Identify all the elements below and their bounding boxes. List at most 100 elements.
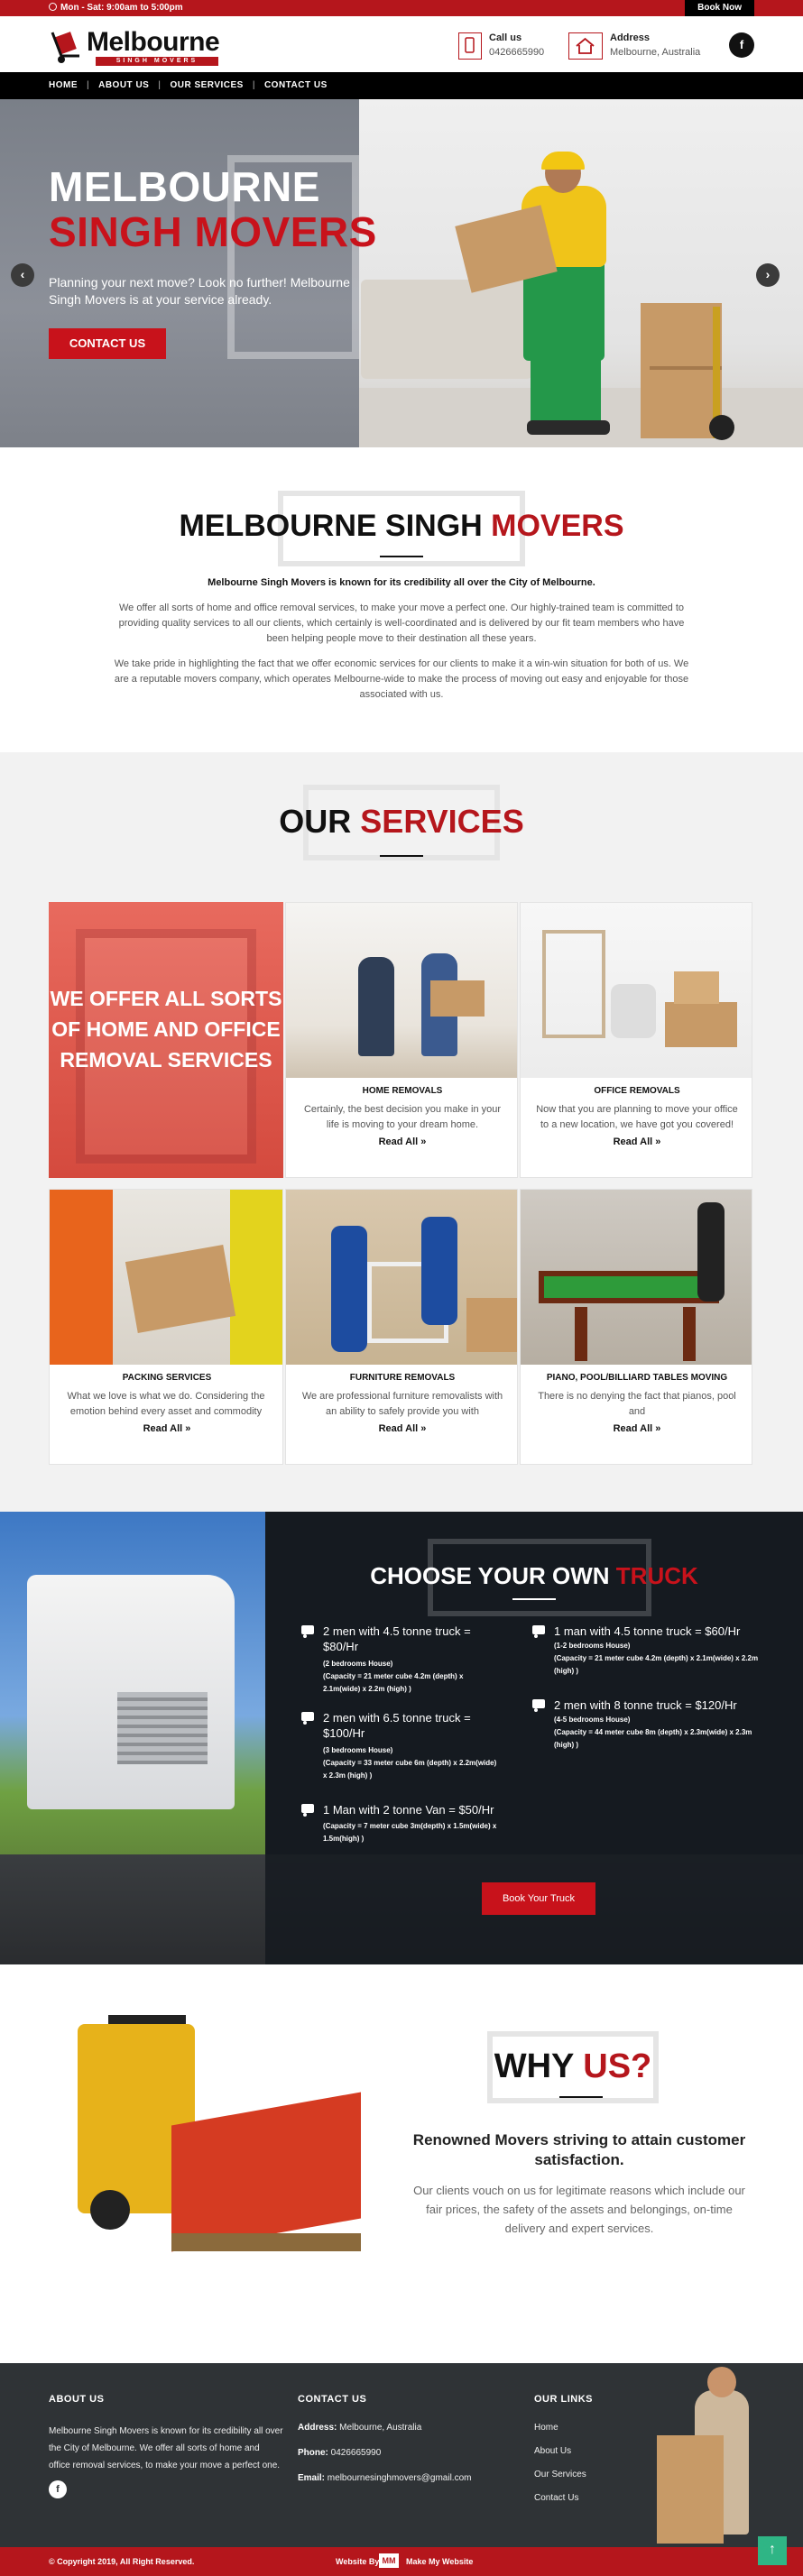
- call-us-number: 0426665990: [489, 47, 545, 58]
- truck-icon: [532, 1699, 545, 1712]
- book-your-truck-button[interactable]: Book Your Truck: [482, 1882, 595, 1915]
- contact-us-button[interactable]: CONTACT US: [49, 328, 166, 359]
- service-card-title: PACKING SERVICES: [122, 1373, 212, 1383]
- footer-link-home[interactable]: Home: [534, 2423, 558, 2433]
- truck-option-title: 2 men with 4.5 tonne truck = $80/Hr: [323, 1624, 471, 1653]
- boxes-image: [641, 303, 722, 438]
- pallet-base: [171, 2233, 361, 2251]
- call-us-title: Call us: [489, 32, 522, 43]
- hero-slider: MELBOURNE SINGH MOVERS Planning your nex…: [0, 99, 803, 447]
- service-card-furniture-removals[interactable]: FURNITURE REMOVALS We are professional f…: [285, 1189, 518, 1465]
- sofa-image: [361, 280, 532, 379]
- service-card-title: FURNITURE REMOVALS: [349, 1373, 456, 1383]
- office-removals-image: [521, 903, 752, 1078]
- why-us-description: Our clients vouch on us for legitimate r…: [413, 2184, 745, 2235]
- footer-about-text: Melbourne Singh Movers is known for its …: [49, 2426, 283, 2470]
- services-title: OUR SERVICES: [0, 803, 803, 841]
- nav-about-us[interactable]: ABOUT US: [98, 80, 149, 90]
- hero-title: MELBOURNE SINGH MOVERS: [49, 166, 377, 253]
- truck-title-underline: [512, 1598, 556, 1600]
- truck-option-house: (2 bedrooms House): [323, 1660, 393, 1668]
- book-now-button[interactable]: Book Now: [685, 0, 754, 16]
- read-all-link[interactable]: Read All »: [286, 1423, 517, 1434]
- hours-text: Mon - Sat: 9:00am to 5:00pm: [60, 3, 183, 13]
- service-card-desc: Certainly, the best decision you make in…: [303, 1104, 502, 1130]
- nav-contact-us[interactable]: CONTACT US: [264, 80, 328, 90]
- truck-option-title: 1 Man with 2 tonne Van = $50/Hr: [323, 1803, 494, 1817]
- trolley-wheel: [709, 415, 734, 440]
- read-all-link[interactable]: Read All »: [286, 1136, 517, 1147]
- footer-facebook-icon[interactable]: f: [49, 2480, 67, 2498]
- footer-contact-title: CONTACT US: [298, 2394, 367, 2405]
- services-promo-text: WE OFFER ALL SORTS OF HOME AND OFFICE RE…: [50, 987, 282, 1072]
- truck-icon: [301, 1712, 314, 1725]
- pool-table-image: [521, 1190, 752, 1365]
- services-title-underline: [380, 855, 423, 857]
- delivery-man-head: [707, 2367, 736, 2397]
- truck-option-title: 2 men with 8 tonne truck = $120/Hr: [554, 1698, 737, 1712]
- hero-tagline: Planning your next move? Look no further…: [49, 275, 350, 307]
- truck-option-capacity: (Capacity = 21 meter cube 4.2m (depth) x…: [554, 1654, 759, 1675]
- service-card-piano-pool-billiard[interactable]: PIANO, POOL/BILLIARD TABLES MOVING There…: [520, 1189, 752, 1465]
- nav-our-services[interactable]: OUR SERVICES: [170, 80, 243, 90]
- service-card-packing-services[interactable]: PACKING SERVICES What we love is what we…: [49, 1189, 283, 1465]
- site-logo[interactable]: Melbourne SINGH MOVERS: [49, 23, 220, 67]
- phone-icon: [458, 32, 482, 60]
- worker-shoes: [527, 420, 610, 435]
- scroll-to-top-icon[interactable]: ↑: [758, 2536, 787, 2565]
- footer-about-title: ABOUT US: [49, 2394, 105, 2405]
- address-value: Melbourne, Australia: [610, 47, 701, 58]
- make-my-website-logo[interactable]: MM: [379, 2553, 399, 2568]
- about-paragraph-1: We offer all sorts of home and office re…: [118, 603, 685, 644]
- about-title-black: MELBOURNE SINGH: [179, 509, 483, 543]
- nav-home[interactable]: HOME: [49, 80, 78, 90]
- copyright-bar: © Copyright 2019, All Right Reserved. We…: [0, 2547, 803, 2576]
- about-title-red: MOVERS: [491, 509, 624, 543]
- credit-suffix[interactable]: Make My Website: [406, 2557, 473, 2566]
- nav-separator: |: [158, 80, 162, 90]
- footer-link-our-services[interactable]: Our Services: [534, 2470, 586, 2479]
- slider-prev-icon[interactable]: ‹: [11, 263, 34, 287]
- choose-truck-section: CHOOSE YOUR OWN TRUCK 2 men with 4.5 ton…: [0, 1512, 803, 1964]
- truck-icon: [532, 1625, 545, 1638]
- footer-address-label: Address:: [298, 2423, 337, 2433]
- truck-option-capacity: (Capacity = 33 meter cube 6m (depth) x 2…: [323, 1759, 497, 1780]
- service-card-office-removals[interactable]: OFFICE REMOVALS Now that you are plannin…: [520, 902, 752, 1178]
- business-hours: Mon - Sat: 9:00am to 5:00pm: [49, 3, 183, 13]
- slider-next-icon[interactable]: ›: [756, 263, 780, 287]
- nav-separator: |: [252, 80, 255, 90]
- footer-links-title: OUR LINKS: [534, 2394, 593, 2405]
- worker-legs: [531, 352, 601, 426]
- worker-helmet: [541, 152, 585, 170]
- top-bar: Mon - Sat: 9:00am to 5:00pm Book Now: [0, 0, 803, 16]
- service-card-home-removals[interactable]: HOME REMOVALS Certainly, the best decisi…: [285, 902, 518, 1178]
- services-promo-panel: WE OFFER ALL SORTS OF HOME AND OFFICE RE…: [49, 902, 283, 1178]
- footer-link-about-us[interactable]: About Us: [534, 2446, 571, 2456]
- truck-option-capacity: (Capacity = 44 meter cube 8m (depth) x 2…: [554, 1728, 752, 1749]
- footer-address: Address: Melbourne, Australia: [298, 2423, 421, 2433]
- footer-link-contact-us[interactable]: Contact Us: [534, 2493, 578, 2503]
- services-title-black: OUR: [279, 803, 352, 840]
- truck-option-title: 2 men with 6.5 tonne truck = $100/Hr: [323, 1711, 471, 1740]
- why-us-section: WHY US? Renowned Movers striving to atta…: [0, 1964, 803, 2363]
- footer-email[interactable]: Email: melbournesinghmovers@gmail.com: [298, 2473, 471, 2483]
- service-card-desc: We are professional furniture removalist…: [301, 1391, 503, 1417]
- truck-option-capacity: (Capacity = 7 meter cube 3m(depth) x 1.5…: [323, 1822, 497, 1843]
- footer-phone-label: Phone:: [298, 2448, 328, 2458]
- read-all-link[interactable]: Read All »: [521, 1423, 752, 1434]
- service-card-title: OFFICE REMOVALS: [594, 1086, 680, 1096]
- home-icon: [568, 32, 603, 60]
- footer-address-value: Melbourne, Australia: [339, 2423, 422, 2433]
- why-us-title-black: WHY: [494, 2047, 574, 2085]
- copyright-text: © Copyright 2019, All Right Reserved.: [49, 2557, 195, 2566]
- read-all-link[interactable]: Read All »: [521, 1136, 752, 1147]
- facebook-icon[interactable]: f: [729, 32, 754, 58]
- truck-title-white: CHOOSE YOUR OWN: [370, 1562, 610, 1589]
- footer-phone[interactable]: Phone: 0426665990: [298, 2448, 381, 2458]
- services-section: OUR SERVICES WE OFFER ALL SORTS OF HOME …: [0, 752, 803, 1512]
- address-title: Address: [610, 32, 651, 43]
- truck-title-red: TRUCK: [615, 1562, 698, 1589]
- furniture-removals-image: [286, 1190, 517, 1365]
- service-card-title: HOME REMOVALS: [362, 1086, 443, 1096]
- read-all-link[interactable]: Read All »: [50, 1423, 282, 1434]
